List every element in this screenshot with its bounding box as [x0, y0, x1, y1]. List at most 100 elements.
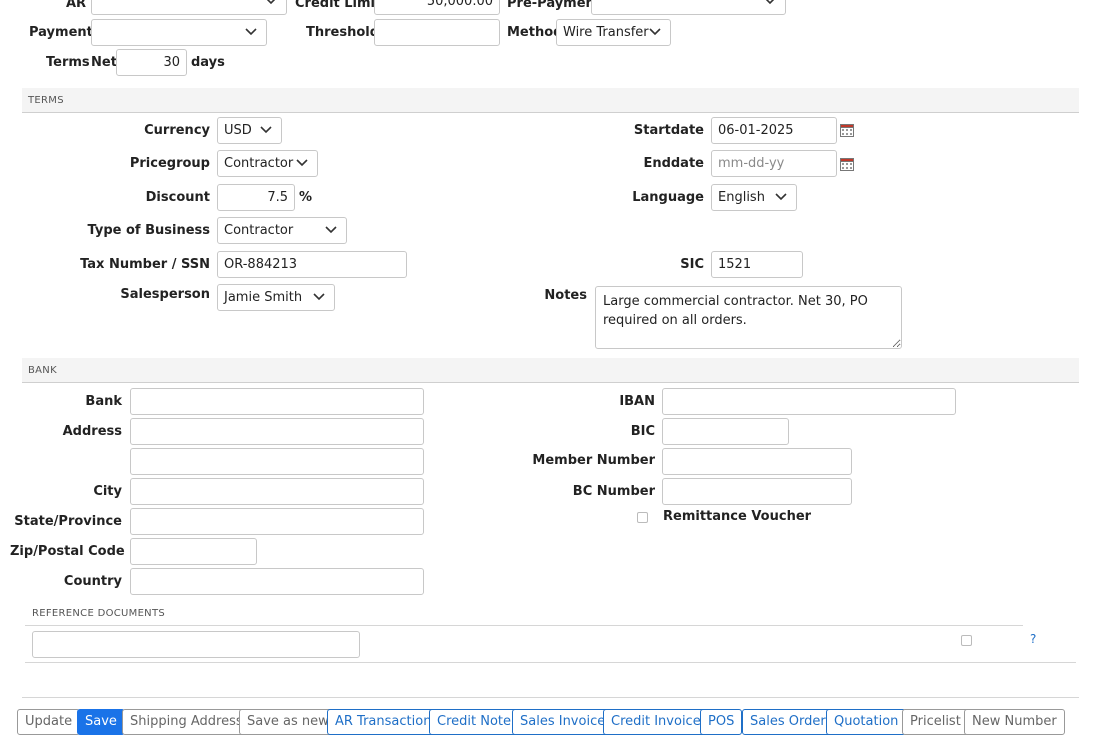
chevron-down-icon	[649, 28, 661, 36]
chevron-down-icon	[775, 193, 787, 201]
save-button[interactable]: Save	[77, 709, 125, 735]
iban-label: IBAN	[619, 394, 655, 409]
chevron-down-icon	[325, 226, 337, 234]
country-input[interactable]	[130, 568, 424, 595]
zip-label: Zip/Postal Code	[10, 544, 125, 559]
credit-note-button[interactable]: Credit Note	[429, 709, 520, 735]
reference-section-title: REFERENCE DOCUMENTS	[32, 608, 166, 619]
bic-label: BIC	[630, 424, 655, 439]
reference-checkbox[interactable]	[961, 635, 972, 646]
reference-document-input[interactable]	[32, 631, 360, 658]
bank-section-header: BANK	[22, 358, 1079, 383]
method-label: Method	[507, 25, 563, 40]
ar-label: AR	[66, 0, 87, 11]
credit-limit-input[interactable]: 50,000.00	[374, 0, 500, 15]
pricegroup-select[interactable]: Contractor	[217, 150, 318, 177]
chevron-down-icon	[260, 126, 272, 134]
salesperson-select[interactable]: Jamie Smith	[217, 284, 335, 311]
threshold-input[interactable]	[374, 19, 500, 46]
tax-number-label: Tax Number / SSN	[80, 257, 210, 272]
bank-label: Bank	[85, 394, 122, 409]
quotation-button[interactable]: Quotation	[826, 709, 907, 735]
salesperson-label: Salesperson	[120, 287, 210, 302]
state-label: State/Province	[14, 514, 122, 529]
bank-input[interactable]	[130, 388, 424, 415]
chevron-down-icon	[296, 159, 308, 167]
credit-limit-label: Credit Limit	[295, 0, 382, 11]
address-line2-input[interactable]	[130, 448, 424, 475]
chevron-down-icon	[245, 28, 257, 36]
prepayment-label: Pre-Payment	[507, 0, 602, 11]
city-label: City	[93, 484, 122, 499]
chevron-down-icon	[266, 0, 276, 5]
discount-label: Discount	[145, 190, 210, 205]
salesperson-value: Jamie Smith	[224, 290, 303, 305]
discount-input[interactable]: 7.5	[217, 184, 295, 211]
credit-invoice-button[interactable]: Credit Invoice	[603, 709, 709, 735]
bic-input[interactable]	[662, 418, 789, 445]
language-value: English	[718, 190, 765, 205]
startdate-label: Startdate	[633, 123, 704, 138]
tax-number-input[interactable]: OR-884213	[217, 251, 407, 278]
ar-transaction-button[interactable]: AR Transaction	[327, 709, 440, 735]
reference-top-divider	[25, 625, 1023, 626]
startdate-input[interactable]: 06-01-2025	[711, 117, 837, 144]
ar-select[interactable]	[91, 0, 287, 15]
reference-bottom-divider	[25, 662, 1076, 663]
currency-value: USD	[224, 123, 252, 138]
sic-label: SIC	[680, 257, 704, 272]
payment-select[interactable]	[91, 19, 267, 46]
member-number-label: Member Number	[532, 453, 655, 468]
currency-label: Currency	[144, 123, 210, 138]
bc-number-label: BC Number	[572, 484, 655, 499]
sales-order-button[interactable]: Sales Order	[742, 709, 834, 735]
iban-input[interactable]	[662, 388, 956, 415]
pricegroup-value: Contractor	[224, 156, 294, 171]
shipping-address-button[interactable]: Shipping Address	[122, 709, 251, 735]
new-number-button[interactable]: New Number	[964, 709, 1065, 735]
threshold-label: Threshold	[306, 25, 380, 40]
address-line1-input[interactable]	[130, 418, 424, 445]
currency-select[interactable]: USD	[217, 117, 282, 144]
remittance-voucher-label: Remittance Voucher	[663, 509, 812, 524]
payment-label: Payment	[29, 25, 93, 40]
address-label: Address	[62, 424, 122, 439]
state-input[interactable]	[130, 508, 424, 535]
calendar-icon[interactable]	[840, 158, 854, 171]
sales-invoice-button[interactable]: Sales Invoice	[512, 709, 614, 735]
notes-label: Notes	[544, 288, 587, 303]
net-days-input[interactable]: 30	[116, 49, 187, 76]
help-icon[interactable]: ?	[1030, 632, 1036, 646]
member-number-input[interactable]	[662, 448, 852, 475]
enddate-input[interactable]: mm-dd-yy	[711, 150, 837, 177]
prepayment-select[interactable]	[591, 0, 786, 15]
chevron-down-icon	[313, 293, 325, 301]
calendar-icon[interactable]	[840, 124, 854, 137]
chevron-down-icon	[765, 0, 775, 5]
remittance-voucher-checkbox[interactable]	[637, 512, 648, 523]
sic-input[interactable]: 1521	[711, 251, 803, 278]
zip-input[interactable]	[130, 538, 257, 565]
bank-section-title: BANK	[28, 365, 57, 376]
terms-section-header: TERMS	[22, 88, 1079, 113]
pricegroup-label: Pricegroup	[129, 156, 210, 171]
enddate-label: Enddate	[643, 156, 704, 171]
terms-label: Terms	[46, 55, 90, 70]
days-label: days	[191, 55, 225, 70]
business-type-select[interactable]: Contractor	[217, 217, 347, 244]
method-value: Wire Transfer	[563, 25, 649, 40]
method-select[interactable]: Wire Transfer	[556, 19, 671, 46]
business-type-label: Type of Business	[87, 223, 210, 238]
language-select[interactable]: English	[711, 184, 797, 211]
country-label: Country	[63, 574, 122, 589]
bc-number-input[interactable]	[662, 478, 852, 505]
notes-textarea[interactable]: Large commercial contractor. Net 30, PO …	[595, 286, 902, 349]
update-button[interactable]: Update	[17, 709, 81, 735]
business-type-value: Contractor	[224, 223, 294, 238]
pricelist-button[interactable]: Pricelist	[902, 709, 969, 735]
city-input[interactable]	[130, 478, 424, 505]
pos-button[interactable]: POS	[700, 709, 743, 735]
terms-section-title: TERMS	[28, 95, 64, 106]
save-as-new-button[interactable]: Save as new	[239, 709, 337, 735]
net-label: Net	[91, 55, 117, 70]
